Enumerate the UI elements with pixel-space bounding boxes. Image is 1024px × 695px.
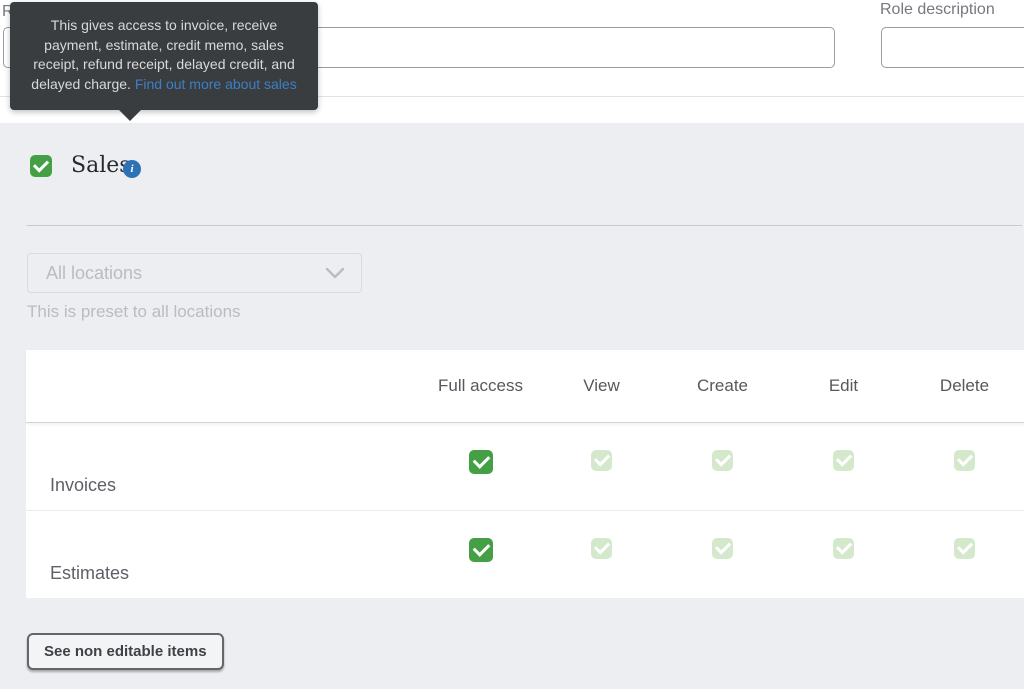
invoices-create-checkbox xyxy=(712,450,733,471)
sales-info-tooltip: This gives access to invoice, receive pa… xyxy=(10,2,318,121)
checkmark-icon xyxy=(714,450,732,467)
location-preset-note: This is preset to all locations xyxy=(27,302,241,321)
sales-section-title: Sales xyxy=(71,153,131,178)
table-row-invoices: Invoices xyxy=(26,423,1024,511)
column-header-view: View xyxy=(583,376,620,395)
sales-section-checkbox[interactable] xyxy=(30,155,52,177)
checkmark-icon xyxy=(956,450,974,467)
find-out-more-link[interactable]: Find out more about sales xyxy=(135,76,297,92)
role-description-label: Role description xyxy=(880,1,995,18)
estimates-create-checkbox xyxy=(712,538,733,559)
location-dropdown: All locations xyxy=(27,253,362,293)
row-label: Invoices xyxy=(50,475,117,495)
column-header-full-access: Full access xyxy=(437,376,524,395)
checkmark-icon xyxy=(835,450,853,467)
checkmark-icon xyxy=(835,538,853,555)
estimates-edit-checkbox xyxy=(833,538,854,559)
checkmark-icon xyxy=(472,451,490,469)
column-header-delete: Delete xyxy=(939,376,990,395)
table-row-estimates: Estimates xyxy=(26,511,1024,598)
invoices-full-access-checkbox[interactable] xyxy=(468,450,493,474)
checkmark-icon xyxy=(593,450,611,467)
checkmark-icon xyxy=(472,539,490,557)
estimates-view-checkbox xyxy=(591,538,612,559)
invoices-edit-checkbox xyxy=(833,450,854,471)
chevron-down-icon xyxy=(325,267,345,279)
row-label: Estimates xyxy=(50,563,130,583)
estimates-full-access-checkbox[interactable] xyxy=(468,538,493,562)
info-icon[interactable]: i xyxy=(123,160,141,178)
column-header-edit: Edit xyxy=(828,376,859,395)
role-permissions-page: Role name Role description This gives ac… xyxy=(0,0,1024,695)
section-divider xyxy=(27,225,1022,226)
permissions-table: Full access View Create Edit Delete Invo… xyxy=(26,350,1024,598)
location-dropdown-value: All locations xyxy=(46,262,143,283)
next-section-edge xyxy=(0,689,1024,695)
checkmark-icon xyxy=(714,538,732,555)
estimates-delete-checkbox xyxy=(954,538,975,559)
column-header-create: Create xyxy=(696,376,749,395)
checkmark-icon xyxy=(956,538,974,555)
checkmark-icon xyxy=(593,538,611,555)
see-non-editable-items-button[interactable]: See non editable items xyxy=(27,633,224,670)
table-header-row: Full access View Create Edit Delete xyxy=(26,350,1024,423)
invoices-view-checkbox xyxy=(591,450,612,471)
role-description-input[interactable] xyxy=(881,27,1024,68)
invoices-delete-checkbox xyxy=(954,450,975,471)
checkmark-icon xyxy=(32,156,50,173)
